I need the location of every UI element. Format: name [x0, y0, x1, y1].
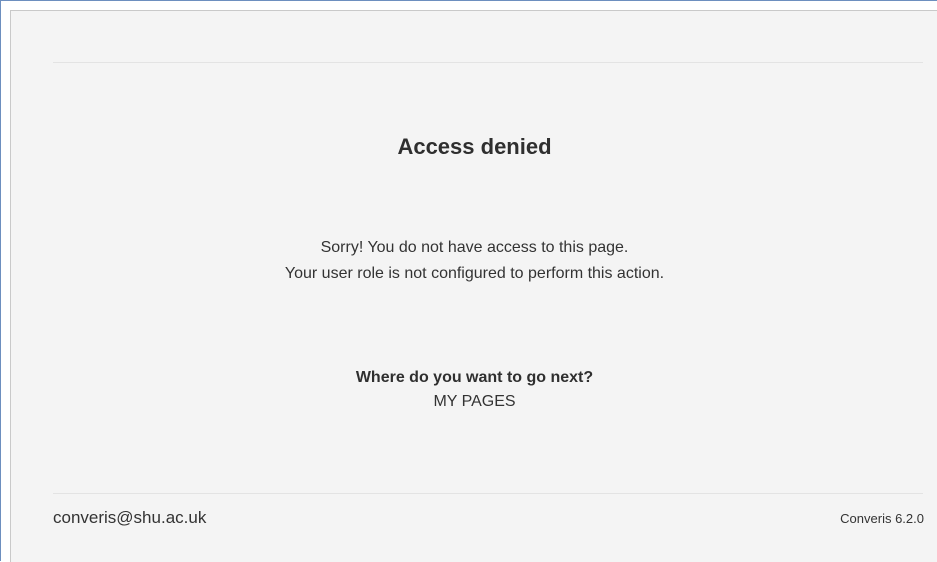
top-divider — [53, 62, 923, 63]
footer-version: Converis 6.2.0 — [840, 511, 924, 526]
content-panel: Access denied Sorry! You do not have acc… — [10, 10, 937, 562]
message-line-1: Sorry! You do not have access to this pa… — [320, 239, 629, 256]
footer-divider — [53, 493, 923, 494]
next-destination-heading: Where do you want to go next? — [355, 369, 594, 386]
access-denied-message: Sorry! You do not have access to this pa… — [11, 235, 937, 287]
window-frame: Access denied Sorry! You do not have acc… — [0, 0, 937, 562]
footer-email: converis@shu.ac.uk — [53, 508, 207, 527]
page-title: Access denied — [397, 134, 552, 159]
my-pages-link-row: MY PAGES — [11, 393, 937, 411]
message-line-2: Your user role is not configured to perf… — [284, 265, 665, 282]
my-pages-link[interactable]: MY PAGES — [433, 393, 515, 410]
